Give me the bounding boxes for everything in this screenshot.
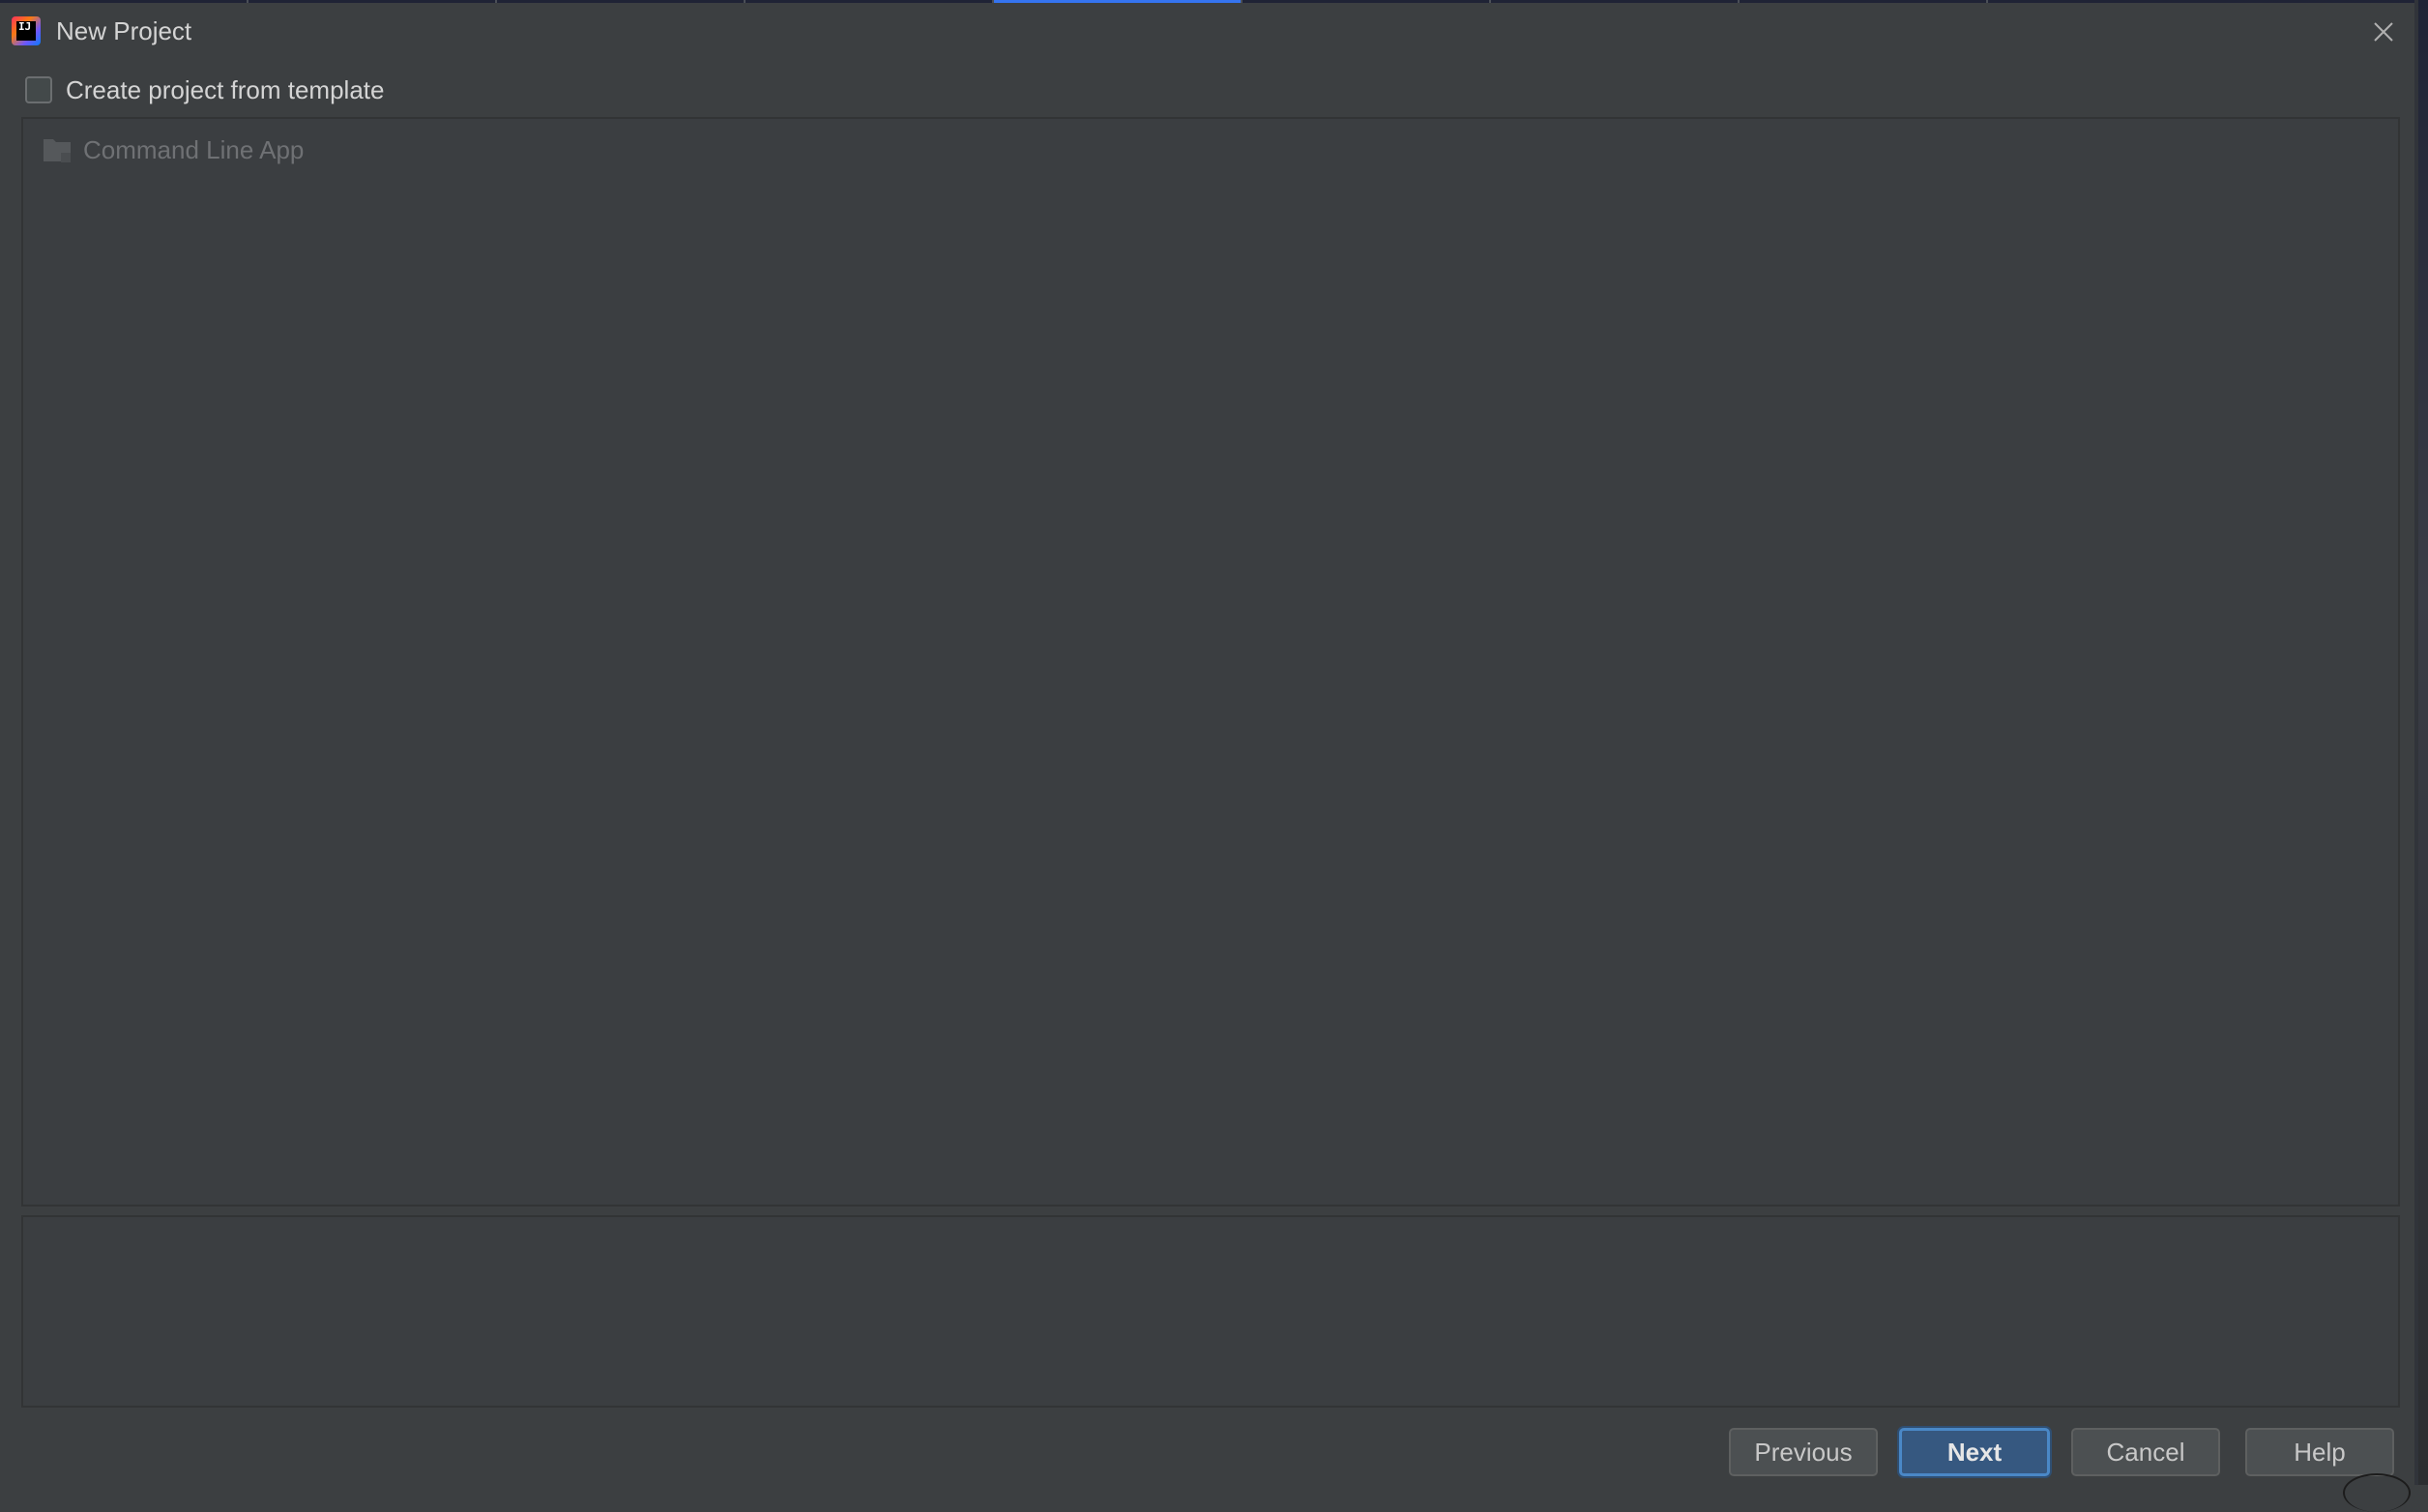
previous-button[interactable]: Previous [1729,1428,1878,1476]
next-button[interactable]: Next [1899,1428,2050,1476]
list-item-command-line-app[interactable]: Command Line App [43,132,304,167]
list-item-label: Command Line App [83,134,305,164]
create-from-template-checkbox[interactable] [25,76,52,103]
dialog-button-row: Previous Next Cancel Help [0,1428,2414,1478]
create-from-template-option[interactable]: Create project from template [25,73,384,107]
dialog-title: New Project [56,16,192,45]
window-resize-corner [2343,1473,2411,1512]
close-icon [2374,22,2393,42]
template-description-panel [21,1215,2400,1408]
new-project-dialog: IJ New Project Create project from templ… [0,3,2414,1512]
template-list[interactable]: Command Line App [21,117,2400,1207]
create-from-template-label[interactable]: Create project from template [66,75,384,105]
dialog-titlebar[interactable]: IJ New Project [0,3,2414,55]
cancel-button[interactable]: Cancel [2071,1428,2220,1476]
folder-icon [44,139,71,162]
intellij-idea-icon: IJ [12,16,41,45]
background-window [2418,0,2428,1485]
help-button[interactable]: Help [2245,1428,2394,1476]
close-button[interactable] [2364,13,2403,51]
